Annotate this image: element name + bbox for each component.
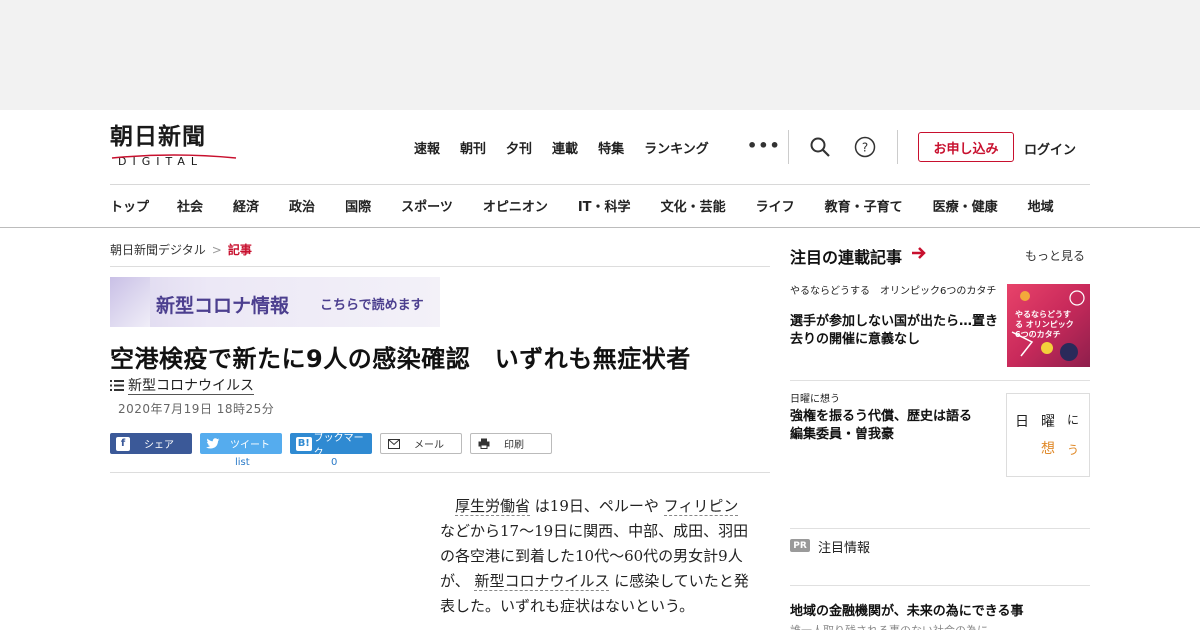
category-item[interactable]: 社会 [177, 196, 203, 215]
divider [110, 472, 770, 473]
article-date: 2020年7月19日 18時25分 [118, 402, 275, 416]
body-text: う。 [665, 597, 695, 615]
body-text: は19日、ペルーや [530, 497, 664, 515]
advertisement-area [0, 0, 1200, 110]
twitter-share-label: ツイート [230, 440, 270, 451]
subscribe-button[interactable]: お申し込み [918, 132, 1014, 162]
article-body: 厚生労働省 は19日、ペルーや フィリピン などから17～19日に関西、中部、成… [440, 494, 750, 619]
category-item[interactable]: スポーツ [401, 196, 453, 215]
thumbnail-text: やるならどうする オリンピック 6つのカタチ [1015, 310, 1074, 339]
twitter-count[interactable]: list [235, 457, 250, 468]
topnav-item[interactable]: 夕刊 [506, 138, 532, 157]
topnav-item[interactable]: 連載 [552, 138, 578, 157]
article-topic[interactable]: 新型コロナウイルス [110, 375, 254, 395]
category-item[interactable]: トップ [110, 196, 149, 215]
hatena-icon: B! [296, 436, 312, 451]
divider [790, 585, 1090, 586]
series-thumbnail[interactable]: 日 曜 に 想 う [1006, 393, 1090, 477]
twitter-share-button[interactable]: ツイート [200, 433, 282, 454]
logo-swoosh-icon [111, 154, 237, 159]
keyword-link[interactable]: 厚生労働省 [455, 497, 531, 516]
facebook-icon: f [116, 436, 130, 451]
pr-article-subtitle[interactable]: 誰一人取り残される事のない社会の為に [790, 622, 988, 630]
divider [790, 528, 1090, 529]
breadcrumb-current[interactable]: 記事 [228, 243, 252, 257]
thumbnail-char: 想 [1041, 441, 1055, 457]
category-item[interactable]: オピニオン [483, 196, 548, 215]
category-item[interactable]: IT・科学 [578, 196, 631, 215]
login-link[interactable]: ログイン [1024, 139, 1076, 158]
divider [110, 266, 770, 267]
category-item[interactable]: 国際 [345, 196, 371, 215]
category-item[interactable]: 経済 [233, 196, 259, 215]
thumbnail-char: う [1067, 443, 1080, 457]
category-item[interactable]: 教育・子育て [825, 196, 903, 215]
mail-label: メール [414, 440, 444, 451]
top-nav: 速報 朝刊 夕刊 連載 特集 ランキング [414, 138, 729, 157]
category-nav: トップ 社会 経済 政治 国際 スポーツ オピニオン IT・科学 文化・芸能 ラ… [110, 196, 1054, 215]
divider [110, 184, 1090, 185]
search-icon[interactable] [809, 136, 831, 158]
hatena-label: ブックマーク [313, 432, 364, 459]
series-category[interactable]: やるならどうする オリンピック6つのカタチ [790, 285, 1004, 298]
pr-article-title[interactable]: 地域の金融機関が、未来の為にできる事 [790, 600, 1023, 619]
topnav-item[interactable]: ランキング [644, 138, 709, 157]
series-thumbnail[interactable]: やるならどうする オリンピック 6つのカタチ [1007, 284, 1090, 367]
pr-badge: PR [790, 539, 810, 552]
series-title[interactable]: 強権を振るう代償、歴史は語る 編集委員・曽我豪 [790, 408, 990, 444]
divider [790, 380, 1090, 381]
topnav-item[interactable]: 朝刊 [460, 138, 486, 157]
divider [788, 130, 789, 164]
topnav-item[interactable]: 速報 [414, 138, 440, 157]
hatena-count[interactable]: 0 [331, 457, 337, 468]
pr-section-label: 注目情報 [818, 541, 871, 556]
see-more-link[interactable]: もっと見る [1025, 247, 1085, 264]
hatena-bookmark-button[interactable]: B! ブックマーク [290, 433, 372, 459]
category-item[interactable]: 政治 [289, 196, 315, 215]
article-headline: 空港検疫で新たに9人の感染確認 いずれも無症状者 [110, 345, 691, 373]
more-dots-icon[interactable]: ••• [747, 136, 781, 155]
category-item[interactable]: 地域 [1028, 196, 1054, 215]
thumbnail-char: 日 [1015, 414, 1029, 430]
thumbnail-char: 曜 [1041, 414, 1055, 430]
topic-link[interactable]: 新型コロナウイルス [128, 378, 254, 395]
print-label: 印刷 [504, 440, 524, 451]
logo-jp: 朝日新聞 [110, 123, 206, 150]
category-item[interactable]: 文化・芸能 [661, 196, 726, 215]
arrow-right-icon [912, 247, 926, 259]
mail-icon [388, 438, 400, 449]
topnav-item[interactable]: 特集 [598, 138, 624, 157]
keyword-link[interactable]: 新型コロナウイルス [474, 572, 610, 591]
covid-info-banner[interactable]: 新型コロナ情報 こちらで読めます [110, 277, 440, 327]
breadcrumb-home[interactable]: 朝日新聞デジタル [110, 243, 206, 257]
help-icon[interactable]: ? [854, 136, 876, 158]
series-title[interactable]: 選手が参加しない国が出たら…置き去りの開催に意義なし [790, 313, 1002, 349]
banner-title: 新型コロナ情報 [156, 295, 290, 317]
divider [897, 130, 898, 164]
banner-decoration [110, 277, 150, 327]
site-header: 朝日新聞 DIGITAL 速報 朝刊 夕刊 連載 特集 ランキング ••• ? … [0, 110, 1200, 228]
thumbnail-char: に [1067, 413, 1080, 427]
breadcrumb: 朝日新聞デジタル > 記事 [110, 241, 252, 258]
category-item[interactable]: 医療・健康 [933, 196, 998, 215]
category-item[interactable]: ライフ [756, 196, 795, 215]
sidebar-heading[interactable]: 注目の連載記事 [790, 244, 902, 268]
print-icon [478, 438, 490, 449]
print-button[interactable]: 印刷 [470, 433, 552, 454]
list-icon [110, 380, 124, 391]
site-logo[interactable]: 朝日新聞 DIGITAL [110, 124, 242, 170]
keyword-link[interactable]: フィリピン [663, 497, 739, 516]
series-category[interactable]: 日曜に想う [790, 393, 840, 406]
breadcrumb-separator: > [211, 243, 222, 257]
mail-share-button[interactable]: メール [380, 433, 462, 454]
facebook-share-label: シェア [144, 440, 174, 451]
twitter-bird-icon [206, 437, 220, 448]
banner-link: こちらで読めます [320, 298, 424, 313]
facebook-share-button[interactable]: f シェア [110, 433, 192, 454]
svg-text:?: ? [862, 141, 868, 155]
